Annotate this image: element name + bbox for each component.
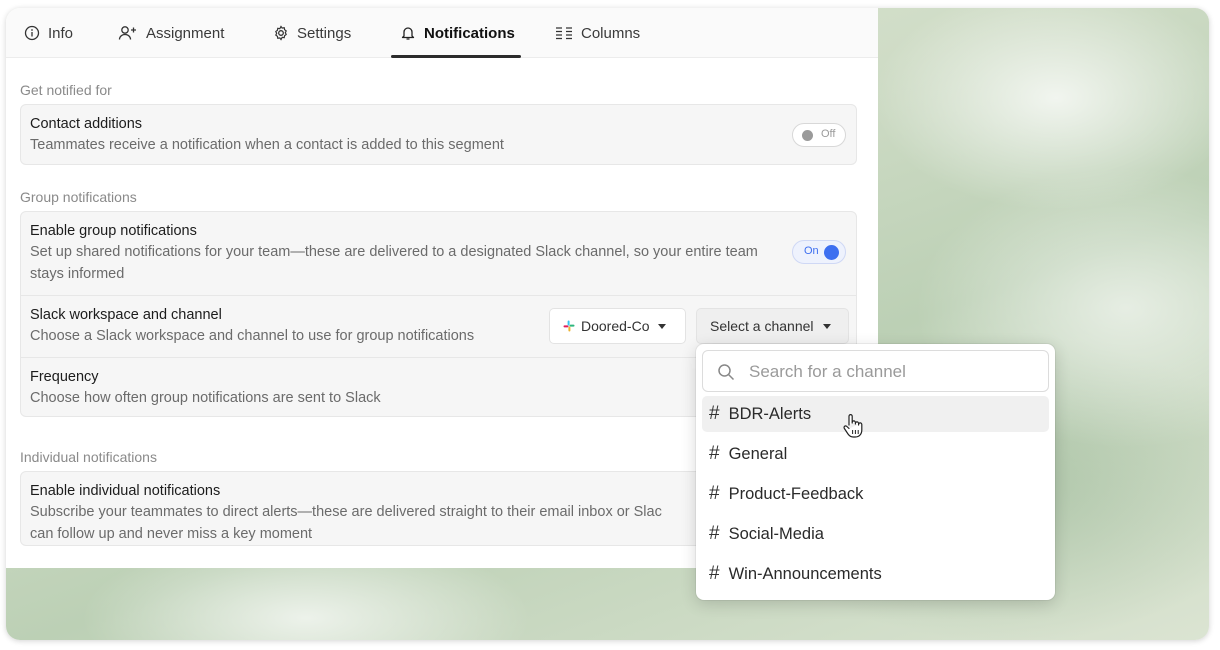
- enable-individual-desc-line1: Subscribe your teammates to direct alert…: [30, 504, 662, 520]
- slack-logo-icon: [563, 320, 575, 332]
- contact-additions-toggle[interactable]: Off: [792, 123, 846, 147]
- tab-assignment[interactable]: Assignment: [118, 8, 224, 58]
- channel-option-label: Product-Feedback: [728, 484, 864, 503]
- chevron-down-icon: [658, 323, 667, 329]
- hand-pointer-cursor-icon: [842, 413, 864, 444]
- hash-icon: #: [709, 443, 720, 464]
- hash-icon: #: [709, 483, 720, 504]
- tab-info-label: Info: [48, 24, 74, 42]
- channel-option-product-feedback[interactable]: # Product-Feedback: [702, 476, 1049, 512]
- chevron-down-icon: [822, 323, 831, 329]
- hash-icon: #: [709, 403, 720, 424]
- enable-individual-title: Enable individual notifications: [30, 483, 221, 499]
- enable-group-title: Enable group notifications: [30, 223, 197, 239]
- gear-icon: [273, 25, 289, 41]
- toggle-knob: [824, 245, 839, 260]
- channel-search: [702, 350, 1049, 392]
- tab-settings[interactable]: Settings: [273, 8, 351, 58]
- frequency-title: Frequency: [30, 369, 99, 385]
- hash-icon: #: [709, 523, 720, 544]
- workspace-select[interactable]: Doored-Co: [549, 308, 686, 344]
- tab-notifications-label: Notifications: [424, 24, 515, 42]
- section-label-notified-for: Get notified for: [20, 82, 112, 98]
- section-label-individual: Individual notifications: [20, 449, 157, 465]
- enable-group-desc: Set up shared notifications for your tea…: [30, 244, 758, 282]
- tab-assignment-label: Assignment: [146, 24, 225, 42]
- channel-option-social-media[interactable]: # Social-Media: [702, 516, 1049, 552]
- channel-option-label: Social-Media: [728, 524, 824, 543]
- hash-icon: #: [709, 563, 720, 584]
- slack-workspace-title: Slack workspace and channel: [30, 307, 222, 323]
- channel-option-label: Win-Announcements: [728, 564, 882, 583]
- channel-option-label: General: [728, 444, 788, 463]
- tab-columns[interactable]: Columns: [555, 8, 640, 58]
- toggle-knob: [802, 130, 813, 141]
- tab-columns-label: Columns: [581, 24, 641, 42]
- info-icon: [24, 25, 40, 41]
- bell-icon: [400, 25, 416, 41]
- contact-additions-title: Contact additions: [30, 116, 143, 132]
- columns-icon: [555, 26, 573, 40]
- channel-select[interactable]: Select a channel: [696, 308, 849, 344]
- enable-group-toggle[interactable]: On: [792, 240, 846, 264]
- section-label-group: Group notifications: [20, 189, 137, 205]
- contact-additions-card: Contact additions Teammates receive a no…: [20, 104, 857, 165]
- user-plus-icon: [118, 25, 138, 41]
- contact-additions-desc: Teammates receive a notification when a …: [30, 137, 504, 153]
- slack-workspace-desc: Choose a Slack workspace and channel to …: [30, 328, 475, 344]
- app-window: Info Assignment Settings Notifications C…: [6, 8, 1209, 640]
- channel-dropdown: # BDR-Alerts # General # Product-Feedbac…: [696, 344, 1055, 600]
- tab-info[interactable]: Info: [24, 8, 73, 58]
- enable-group-row: Enable group notifications Set up shared…: [21, 212, 856, 295]
- channel-option-bdr-alerts[interactable]: # BDR-Alerts: [702, 396, 1049, 432]
- toggle-state-label: On: [804, 245, 819, 257]
- active-tab-indicator: [391, 55, 521, 58]
- channel-search-input[interactable]: [749, 360, 1039, 384]
- enable-individual-desc-line2: can follow up and never miss a key momen…: [30, 526, 313, 542]
- channel-select-label: Select a channel: [710, 318, 814, 334]
- channel-option-label: BDR-Alerts: [728, 404, 812, 423]
- channel-option-general[interactable]: # General: [702, 436, 1049, 472]
- toggle-state-label: Off: [821, 128, 836, 140]
- frequency-desc: Choose how often group notifications are…: [30, 390, 381, 406]
- tab-bar: Info Assignment Settings Notifications C…: [6, 8, 878, 58]
- search-icon: [717, 363, 735, 386]
- channel-option-win-announcements[interactable]: # Win-Announcements: [702, 556, 1049, 592]
- tab-notifications[interactable]: Notifications: [400, 8, 515, 58]
- workspace-select-label: Doored-Co: [581, 318, 650, 334]
- tab-settings-label: Settings: [297, 24, 352, 42]
